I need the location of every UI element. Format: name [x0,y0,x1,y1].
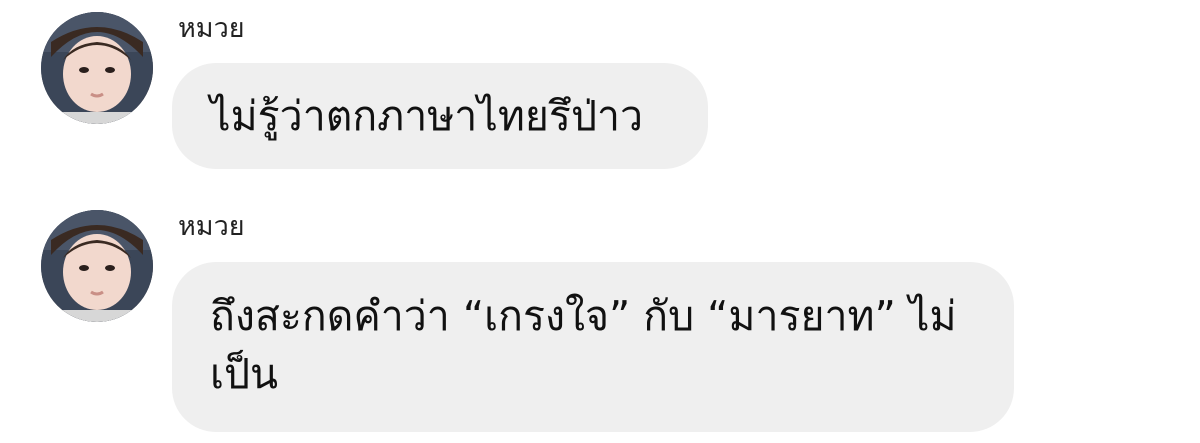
sender-name: หมวย [178,13,245,44]
avatar-photo-icon [41,12,153,124]
message-row: หมวย ไม่รู้ว่าตกภาษาไทยรึป่าว [0,0,1200,200]
message-row: หมวย ถึงสะกดคำว่า “เกรงใจ” กับ “มารยาท” … [0,200,1200,443]
sender-name: หมวย [178,211,245,242]
avatar[interactable] [41,210,153,322]
avatar[interactable] [41,12,153,124]
avatar-photo-icon [41,210,153,322]
message-bubble[interactable]: ถึงสะกดคำว่า “เกรงใจ” กับ “มารยาท” ไม่เป… [172,262,1014,432]
message-bubble[interactable]: ไม่รู้ว่าตกภาษาไทยรึป่าว [172,63,708,169]
